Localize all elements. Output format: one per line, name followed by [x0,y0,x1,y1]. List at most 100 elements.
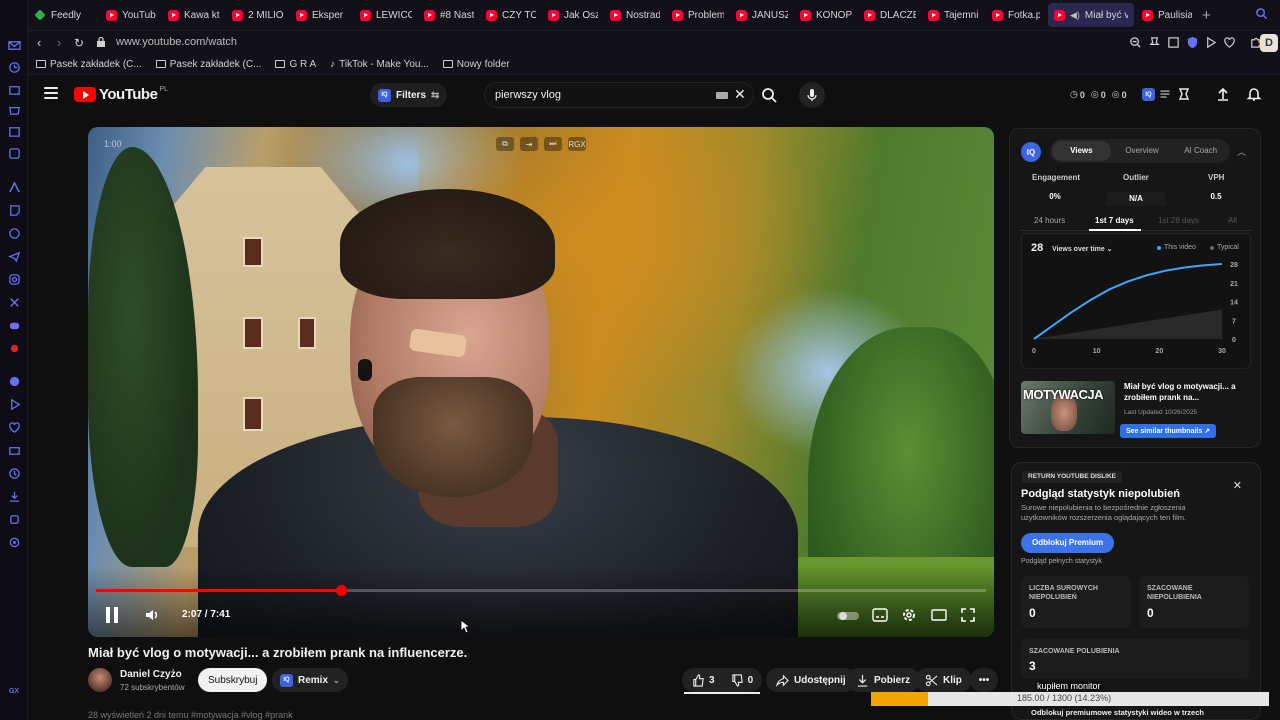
tab-8-nast[interactable]: #8 Nast [418,0,480,30]
tab-tajemni[interactable]: Tajemni [922,0,986,30]
autoplay-toggle[interactable] [837,610,859,624]
volume-icon[interactable] [144,607,160,626]
tab-kawa[interactable]: Kawa kt [162,0,226,30]
channel-name[interactable]: Daniel Czyżo [120,669,182,680]
pip-icon[interactable]: ⧉ [496,137,514,151]
range-1st-7-days[interactable]: 1st 7 days [1095,216,1134,225]
bookmark-folder[interactable]: G R A [275,59,316,70]
calendar-icon[interactable] [7,124,21,138]
bookmark-heart-icon[interactable] [1223,36,1236,49]
upload-icon[interactable] [1215,86,1231,102]
tab-jak-osz[interactable]: Jak Osz [542,0,604,30]
tab-problem[interactable]: Problem [666,0,730,30]
voice-search-button[interactable] [799,82,825,108]
like-button[interactable]: 3 [692,673,715,687]
video-progress-bar[interactable] [96,585,986,596]
arc-icon[interactable] [7,180,21,194]
tab-search-icon[interactable] [1255,7,1268,23]
forward-icon[interactable]: › [57,35,61,51]
bookmark-folder[interactable]: Pasek zakładek (C... [155,59,261,70]
clear-search-icon[interactable]: ✕ [734,87,746,101]
instagram-icon[interactable] [7,272,21,286]
shop-icon[interactable] [7,102,21,116]
youtube-music-icon[interactable] [7,341,21,355]
pin-icon[interactable] [1148,36,1161,49]
back-icon[interactable]: ‹ [37,35,41,51]
twitch-icon[interactable] [7,203,21,217]
tab-youtube[interactable]: YouTube [100,0,162,30]
clip-button[interactable]: Klip [915,668,972,692]
remix-button[interactable]: IQ Remix ⌄ [272,668,348,692]
tab-janusz[interactable]: JANUSZ [730,0,794,30]
x-icon[interactable] [7,295,21,309]
keyboard-icon[interactable] [716,92,728,99]
search-button[interactable] [754,82,784,108]
bookmark-folder[interactable]: Nowy folder [442,59,510,70]
pause-icon[interactable] [104,606,120,627]
messenger-icon[interactable] [7,226,21,240]
tab-paulisia[interactable]: Paulisia [1136,0,1198,30]
tab-fotka[interactable]: Fotka.pl [986,0,1046,30]
lock-icon[interactable] [96,36,106,52]
settings-icon[interactable] [7,535,21,549]
reload-icon[interactable]: ↻ [74,35,84,51]
chevron-up-icon[interactable]: ︿ [1237,145,1246,158]
tab-nostrad[interactable]: Nostrad [604,0,666,30]
theater-mode-icon[interactable] [931,608,947,625]
badge-icon[interactable] [1176,86,1192,102]
shield-icon[interactable] [1186,36,1199,49]
search-input[interactable] [495,89,705,101]
gx-icon[interactable]: GX [7,684,21,698]
tab-views[interactable]: Views [1052,141,1111,161]
notifications-bell-icon[interactable] [1246,86,1262,102]
video-player[interactable]: 1:00 ⧉ ⇥ ⏭ RGX 2:07 / 7:41 [88,127,994,637]
channel-avatar[interactable] [88,668,112,692]
range-24-hours[interactable]: 24 hours [1034,216,1065,225]
download-button[interactable]: Pobierz [846,668,921,692]
messenger-app-icon[interactable] [7,146,21,160]
range-all[interactable]: All [1228,216,1237,225]
download-rail-icon[interactable] [7,489,21,503]
tab-feedly[interactable]: Feedly [28,0,100,30]
more-actions-button[interactable]: ••• [970,668,998,692]
tab-lewico[interactable]: LEWICO [354,0,418,30]
list-icon[interactable] [1159,88,1175,104]
profile-avatar[interactable]: D [1260,34,1278,52]
close-icon[interactable]: ✕ [1233,479,1242,492]
snapshot-icon[interactable] [1167,36,1180,49]
rgx-button[interactable]: RGX [568,137,586,151]
telegram-icon[interactable] [7,249,21,263]
vidiq-header-icon[interactable]: IQ [1142,88,1155,101]
range-1st-28-days[interactable]: 1st 28 days [1158,216,1199,225]
play-icon[interactable] [7,397,21,411]
tab-dlacze[interactable]: DLACZE [858,0,922,30]
player-icon[interactable] [1204,36,1217,49]
settings-gear-icon[interactable] [901,607,917,626]
wallet-icon[interactable] [7,443,21,457]
mail-icon[interactable] [7,38,21,52]
subtitles-icon[interactable] [872,608,888,625]
bag-icon[interactable] [7,82,21,96]
speaker-icon[interactable]: ◀) [1070,10,1080,21]
zoom-icon[interactable] [1129,36,1142,49]
tab-2-milio[interactable]: 2 MILIO [226,0,290,30]
tab-eksper[interactable]: Eksper [290,0,354,30]
tab-czy-to[interactable]: CZY TO [480,0,542,30]
skip-icon[interactable]: ⏭ [544,137,562,151]
tab-konopi[interactable]: KONOPI [794,0,858,30]
new-tab-icon[interactable]: + [1202,7,1211,24]
extensions-icon[interactable] [7,512,21,526]
history-icon[interactable] [7,60,21,74]
unlock-premium-button[interactable]: Odblokuj Premium [1021,533,1115,553]
tab-active-vlog[interactable]: ◀)Miał być vlog [1048,3,1134,27]
heart-icon[interactable] [7,420,21,434]
subscribe-button[interactable]: Subskrybuj [198,668,268,692]
clock-icon[interactable] [7,466,21,480]
video-description-preview[interactable]: 28 wyświetleń 2 dni temu #motywacja #vlo… [88,710,688,720]
discord-icon[interactable] [7,318,21,332]
bookmark-folder[interactable]: Pasek zakładek (C... [36,59,142,70]
url-text[interactable]: www.youtube.com/watch [116,36,237,48]
vidiq-filters-button[interactable]: IQ Filters ⇆ [370,83,448,107]
hamburger-menu-icon[interactable] [44,87,58,99]
bookmark-tiktok[interactable]: ♪ TikTok - Make You... [330,59,429,70]
